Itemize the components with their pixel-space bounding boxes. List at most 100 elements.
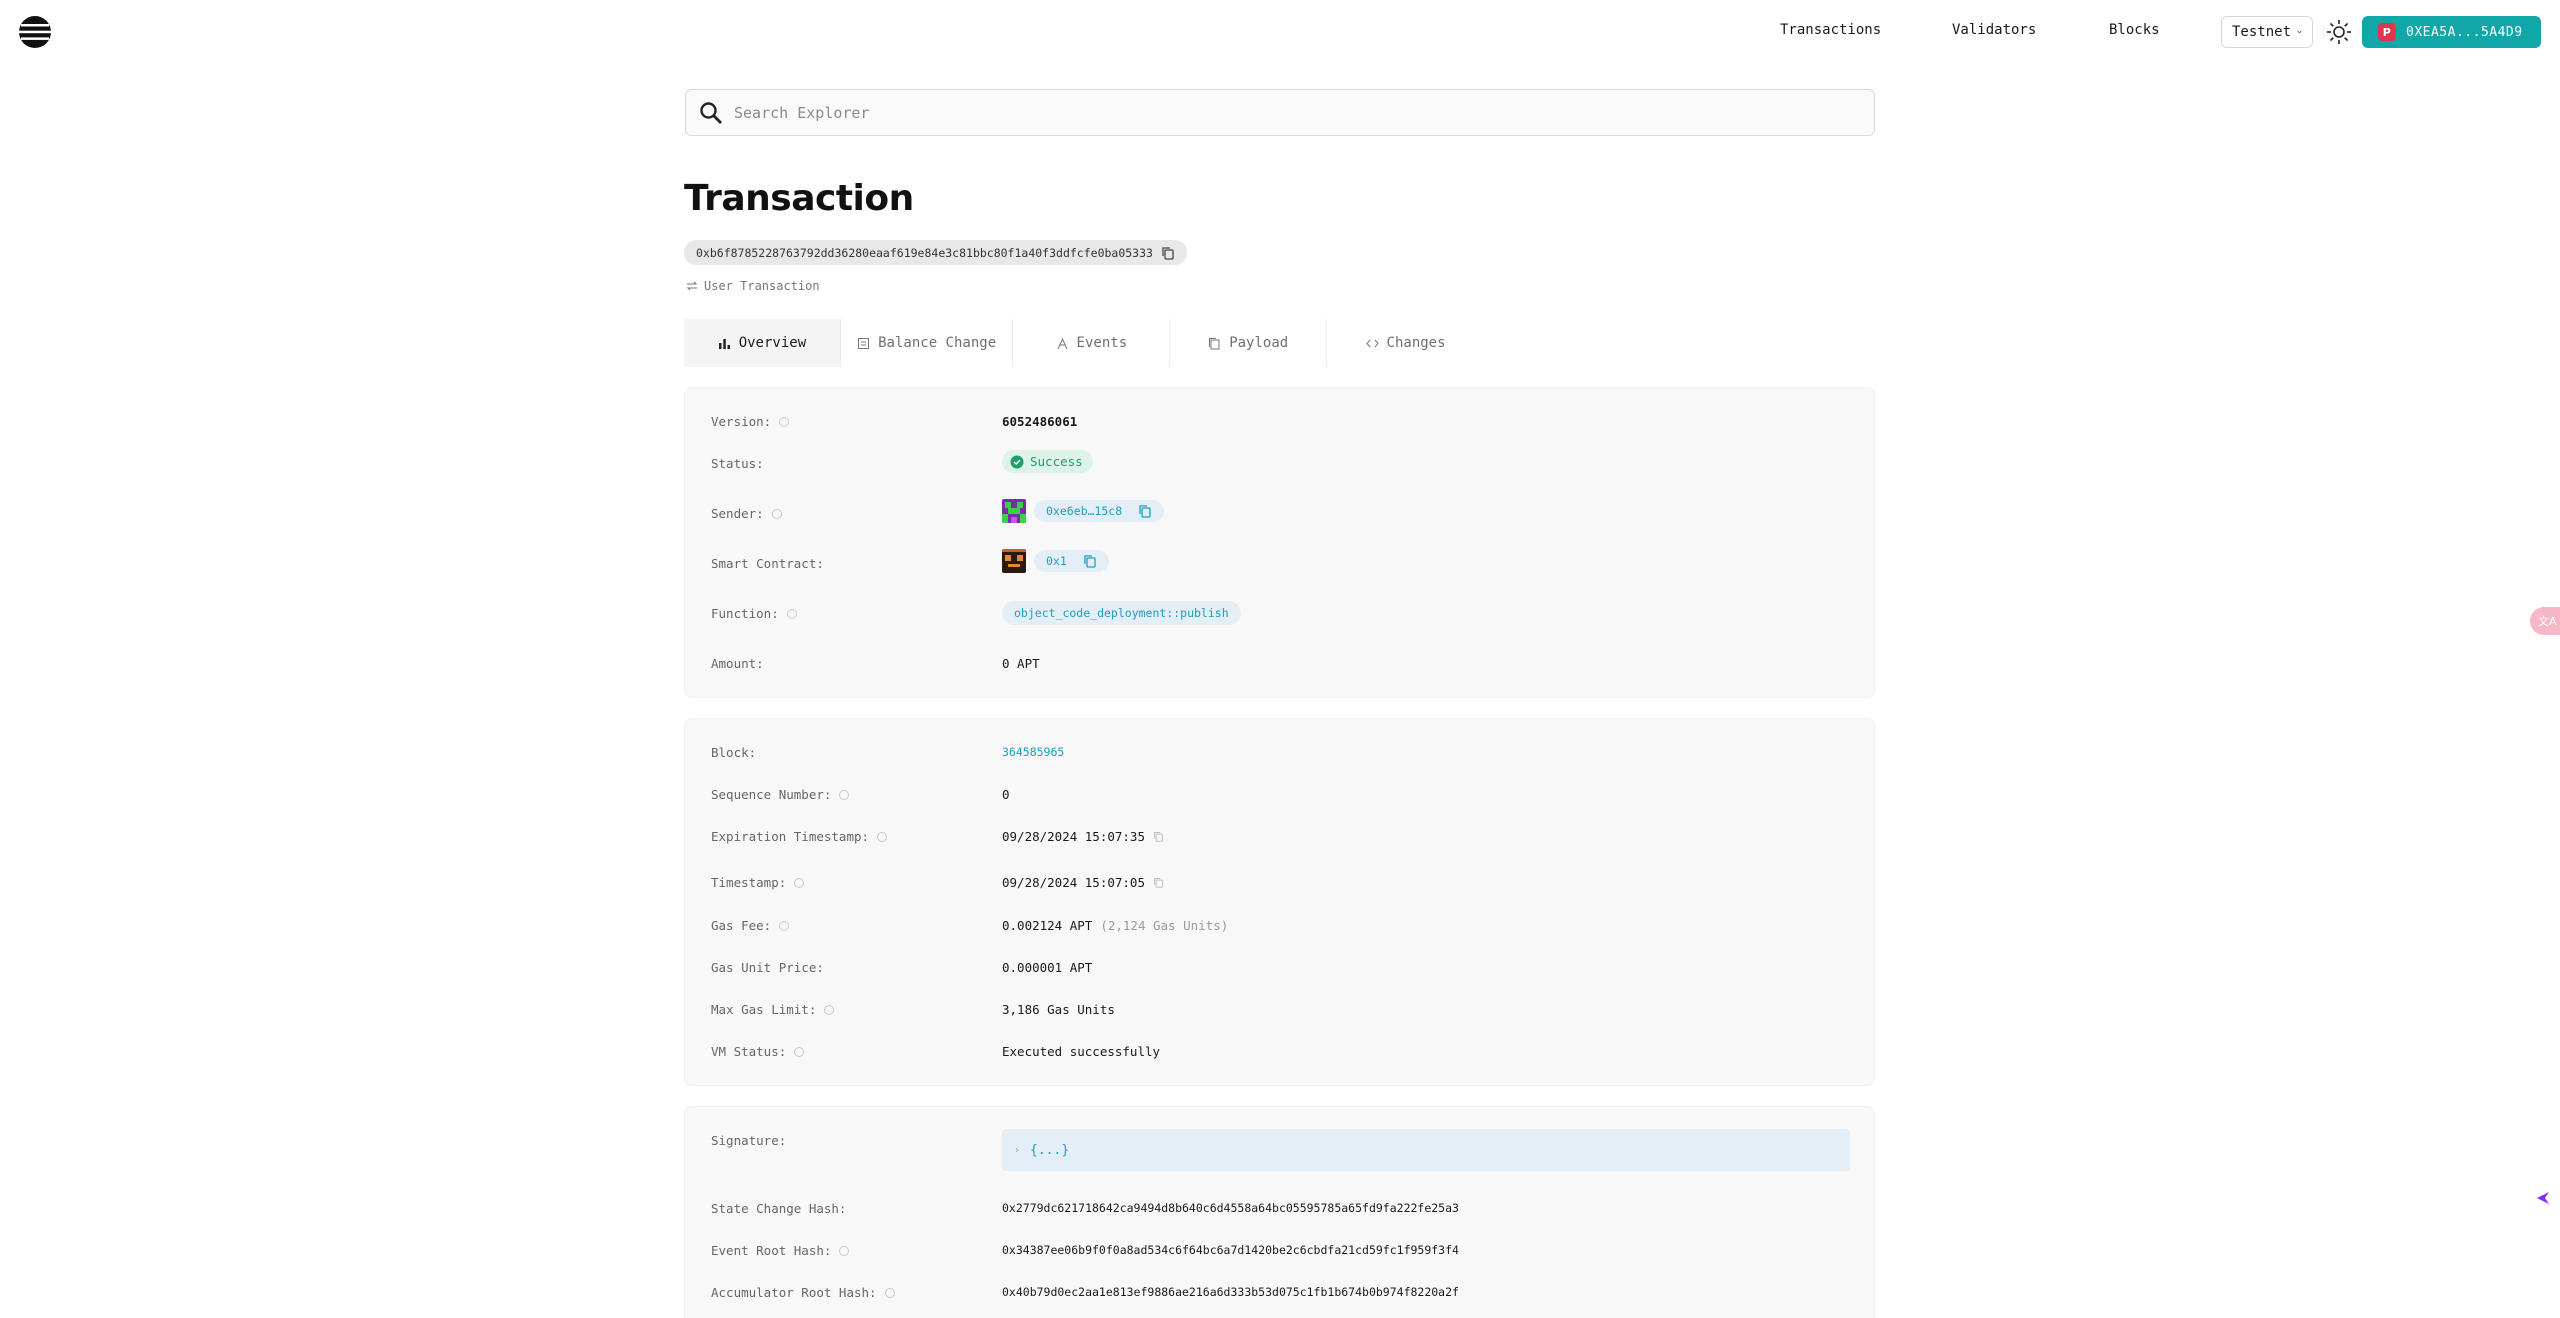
timestamp-label-wrap: Timestamp:	[711, 875, 805, 890]
amount-value: 0 APT	[1002, 656, 1040, 671]
amount-label: Amount:	[711, 656, 764, 671]
copy-icon[interactable]	[1153, 877, 1164, 888]
network-label: Testnet	[2232, 24, 2292, 40]
search-bar[interactable]	[685, 89, 1875, 136]
expand-caret-icon[interactable]: ›	[1014, 1145, 1020, 1156]
overview-card: Version: 6052486061 Status: Success Send…	[684, 387, 1875, 698]
tab-changes[interactable]: Changes	[1327, 319, 1484, 367]
tab-changes-label: Changes	[1386, 335, 1446, 351]
nav-validators[interactable]: Validators	[1952, 22, 2036, 38]
copy-icon[interactable]	[1083, 554, 1097, 568]
code-icon	[1365, 339, 1379, 347]
status-text: Success	[1030, 454, 1083, 469]
help-icon[interactable]	[877, 831, 888, 842]
event-hash-value: 0x34387ee06b9f0f0a8ad534c6f64bc6a7d1420b…	[1002, 1243, 1459, 1257]
help-icon[interactable]	[884, 1287, 895, 1298]
gas-fee-text: 0.002124 APT	[1002, 918, 1093, 933]
event-hash-label-wrap: Event Root Hash:	[711, 1243, 850, 1258]
timestamp-label: Timestamp:	[711, 875, 787, 890]
help-icon[interactable]	[794, 1046, 805, 1057]
help-icon[interactable]	[839, 1245, 850, 1256]
state-hash-value: 0x2779dc621718642ca9494d8b640c6d4558a64b…	[1002, 1201, 1459, 1215]
gas-units-text: (2,124 Gas Units)	[1100, 918, 1229, 933]
expiration-label: Expiration Timestamp:	[711, 829, 870, 844]
version-label-wrap: Version:	[711, 414, 790, 429]
sun-icon[interactable]	[2326, 19, 2352, 45]
function-pill[interactable]: object_code_deployment::publish	[1002, 601, 1241, 625]
aptos-logo-icon[interactable]	[18, 15, 52, 49]
vm-status-value: Executed successfully	[1002, 1044, 1161, 1059]
contract-address-text: 0x1	[1046, 554, 1067, 568]
sender-address[interactable]: 0xe6eb…15c8	[1034, 500, 1165, 522]
sender-avatar	[1002, 499, 1026, 523]
transaction-hash: 0xb6f8785228763792dd36280eaaf619e84e3c81…	[684, 240, 1187, 265]
transaction-type-label: User Transaction	[704, 279, 820, 293]
help-icon[interactable]	[794, 877, 805, 888]
search-icon	[700, 101, 722, 124]
help-icon[interactable]	[786, 608, 797, 619]
expiration-label-wrap: Expiration Timestamp:	[711, 829, 888, 844]
nav-blocks[interactable]: Blocks	[2109, 22, 2160, 38]
search-input[interactable]	[734, 103, 1834, 122]
payload-icon	[1209, 337, 1220, 349]
help-icon[interactable]	[771, 508, 782, 519]
gas-fee-value: 0.002124 APT (2,124 Gas Units)	[1002, 918, 1228, 933]
accumulator-hash-label: Accumulator Root Hash:	[711, 1285, 877, 1300]
sender-address-text: 0xe6eb…15c8	[1046, 504, 1123, 518]
network-select[interactable]: Testnet	[2221, 16, 2313, 48]
tab-payload[interactable]: Payload	[1170, 319, 1328, 367]
hash-text: 0xb6f8785228763792dd36280eaaf619e84e3c81…	[696, 245, 1153, 260]
help-icon[interactable]	[839, 789, 850, 800]
chevron-down-icon	[2297, 30, 2302, 34]
block-label: Block:	[711, 745, 757, 760]
tab-overview[interactable]: Overview	[684, 319, 841, 367]
status-label: Status:	[711, 456, 764, 471]
function-label: Function:	[711, 606, 779, 621]
help-icon[interactable]	[779, 416, 790, 427]
signature-label: Signature:	[711, 1133, 787, 1148]
help-icon[interactable]	[824, 1004, 835, 1015]
page-title: Transaction	[684, 178, 914, 219]
copy-icon[interactable]	[1153, 831, 1164, 842]
sequence-label-wrap: Sequence Number:	[711, 787, 850, 802]
nav-transactions[interactable]: Transactions	[1780, 22, 1881, 38]
signature-value: {...}	[1030, 1142, 1070, 1158]
translate-side-tab[interactable]: 文A	[2530, 607, 2560, 635]
extension-icon[interactable]	[2535, 1190, 2551, 1206]
contract-avatar	[1002, 549, 1026, 573]
gas-price-value: 0.000001 APT	[1002, 960, 1093, 975]
top-bar: Transactions Validators Blocks Testnet P…	[0, 0, 2560, 64]
expiration-text: 09/28/2024 15:07:35	[1002, 829, 1145, 844]
wallet-button[interactable]: P 0XEA5A...5A4D9	[2362, 16, 2541, 48]
max-gas-label-wrap: Max Gas Limit:	[711, 1002, 835, 1017]
check-circle-icon	[1010, 455, 1024, 468]
tab-events-label: Events	[1076, 335, 1128, 351]
max-gas-label: Max Gas Limit:	[711, 1002, 817, 1017]
tab-events[interactable]: Events	[1013, 319, 1171, 367]
wallet-address: 0XEA5A...5A4D9	[2406, 24, 2523, 40]
timestamp-value: 09/28/2024 15:07:05	[1002, 875, 1164, 890]
arrows-icon	[686, 281, 698, 291]
accumulator-hash-value: 0x40b79d0ec2aa1e813ef9886ae216a6d333b53d…	[1002, 1285, 1459, 1299]
bar-chart-icon	[718, 338, 730, 349]
version-value[interactable]: 6052486061	[1002, 414, 1077, 429]
sender-label: Sender:	[711, 506, 764, 521]
contract-address[interactable]: 0x1	[1034, 550, 1109, 572]
help-icon[interactable]	[779, 920, 790, 931]
tab-balance-change[interactable]: Balance Change	[841, 319, 1014, 367]
vm-status-label-wrap: VM Status:	[711, 1044, 805, 1059]
copy-icon[interactable]	[1138, 504, 1152, 518]
function-value: object_code_deployment::publish	[1002, 601, 1241, 625]
contract-label: Smart Contract:	[711, 556, 824, 571]
tab-bar: Overview Balance Change Events Payload C…	[684, 319, 1484, 367]
copy-icon[interactable]	[1161, 246, 1175, 260]
transaction-type: User Transaction	[686, 279, 820, 293]
function-label-wrap: Function:	[711, 606, 797, 621]
signature-box[interactable]: › {...}	[1002, 1129, 1850, 1171]
gas-fee-label-wrap: Gas Fee:	[711, 918, 790, 933]
sequence-value: 0	[1002, 787, 1010, 802]
block-link[interactable]: 364585965	[1002, 745, 1064, 759]
status-value: Success	[1002, 450, 1093, 473]
event-hash-label: Event Root Hash:	[711, 1243, 832, 1258]
accumulator-hash-label-wrap: Accumulator Root Hash:	[711, 1285, 895, 1300]
